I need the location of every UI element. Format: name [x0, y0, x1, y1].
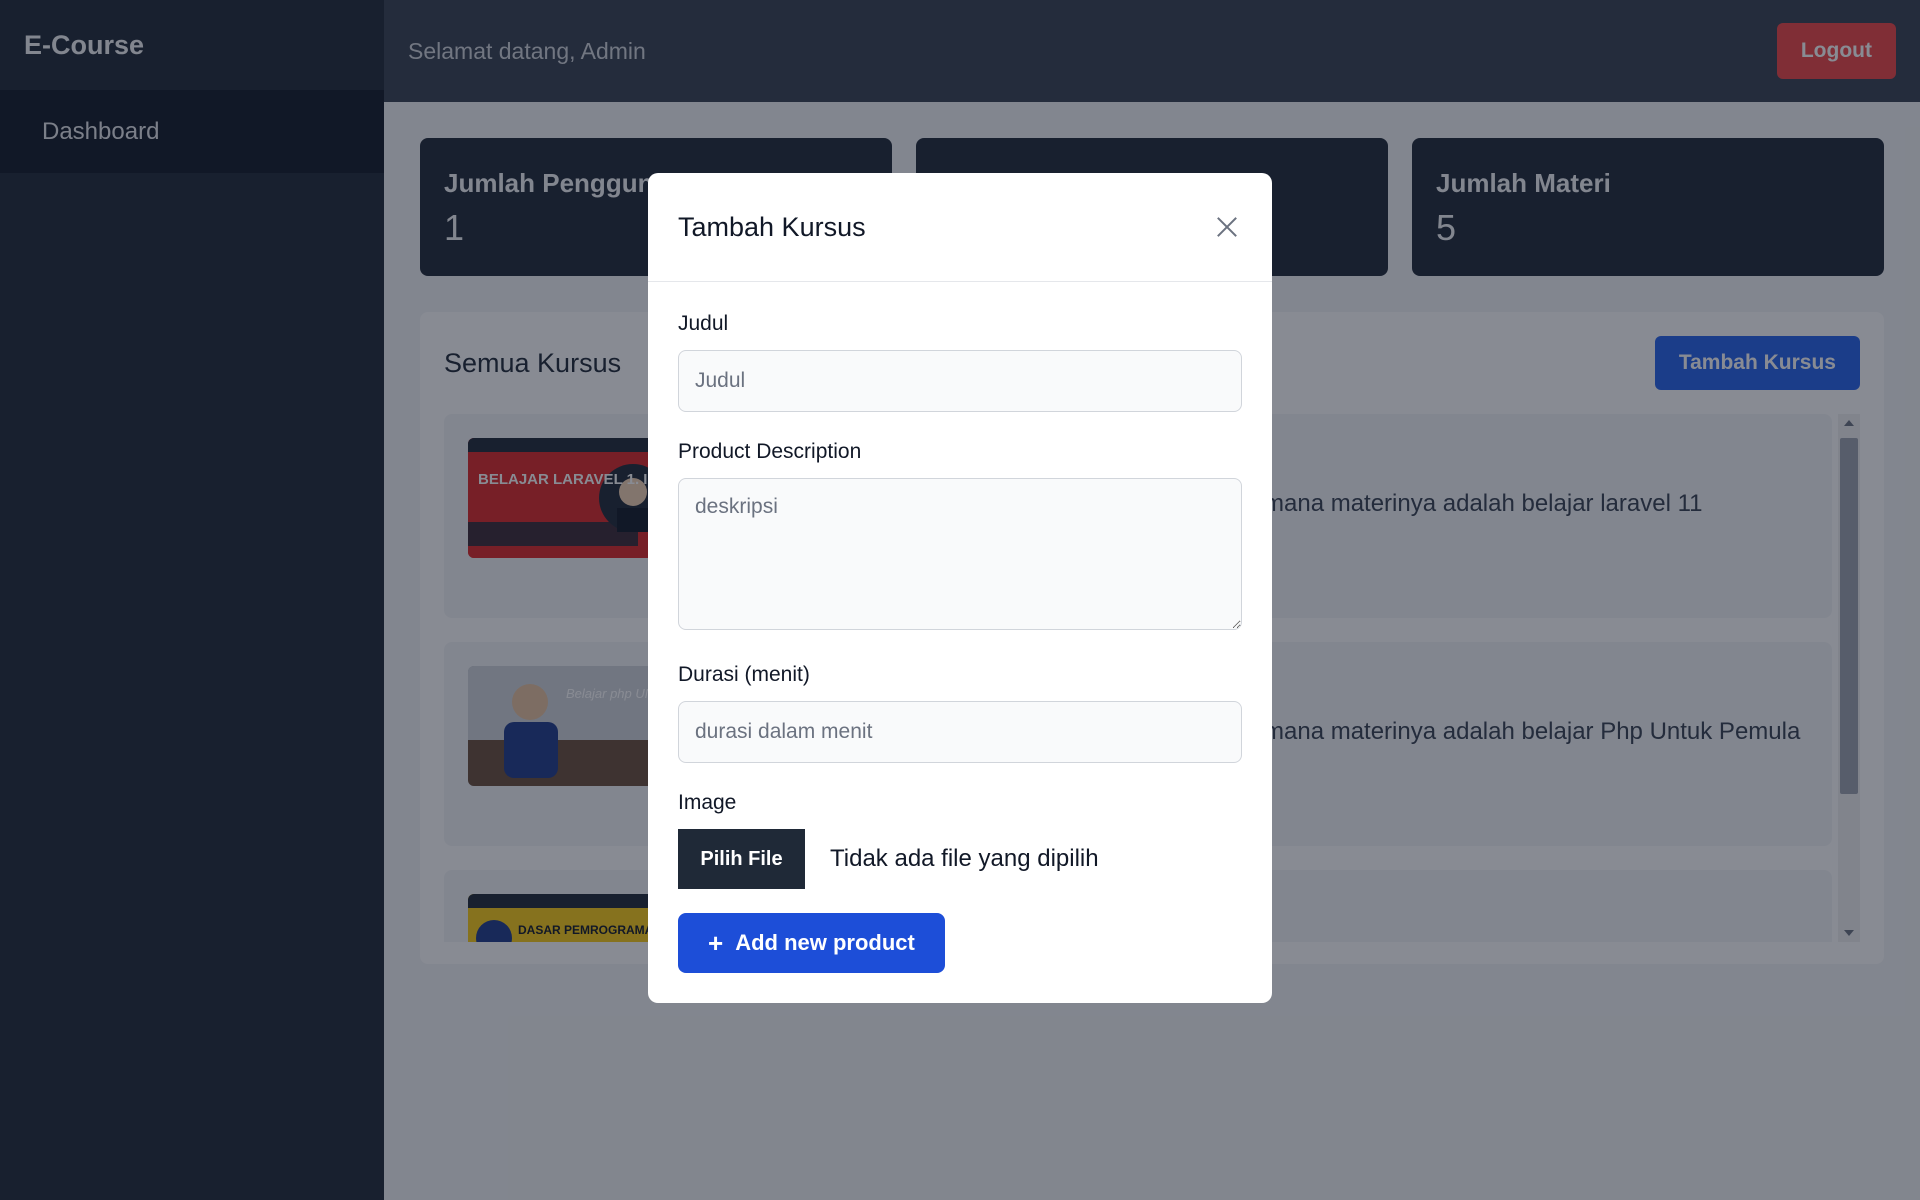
judul-input[interactable] — [678, 350, 1242, 412]
modal-header: Tambah Kursus — [648, 173, 1272, 282]
file-input: Pilih File Tidak ada file yang dipilih — [678, 829, 1242, 889]
plus-icon: + — [708, 928, 724, 958]
durasi-label: Durasi (menit) — [678, 663, 810, 686]
description-label: Product Description — [678, 440, 862, 463]
durasi-input[interactable] — [678, 701, 1242, 763]
submit-label: Add new product — [735, 930, 915, 955]
description-textarea[interactable] — [678, 478, 1242, 630]
modal-body: Judul Product Description Durasi (menit)… — [648, 282, 1272, 973]
judul-label: Judul — [678, 312, 729, 335]
image-label: Image — [678, 791, 737, 814]
add-new-product-button[interactable]: + Add new product — [678, 913, 945, 973]
modal-title: Tambah Kursus — [678, 211, 866, 242]
close-icon[interactable] — [1212, 212, 1242, 242]
choose-file-button[interactable]: Pilih File — [678, 829, 805, 889]
file-status-text: Tidak ada file yang dipilih — [830, 845, 1099, 872]
add-course-modal: Tambah Kursus Judul Product Description … — [648, 173, 1272, 1003]
